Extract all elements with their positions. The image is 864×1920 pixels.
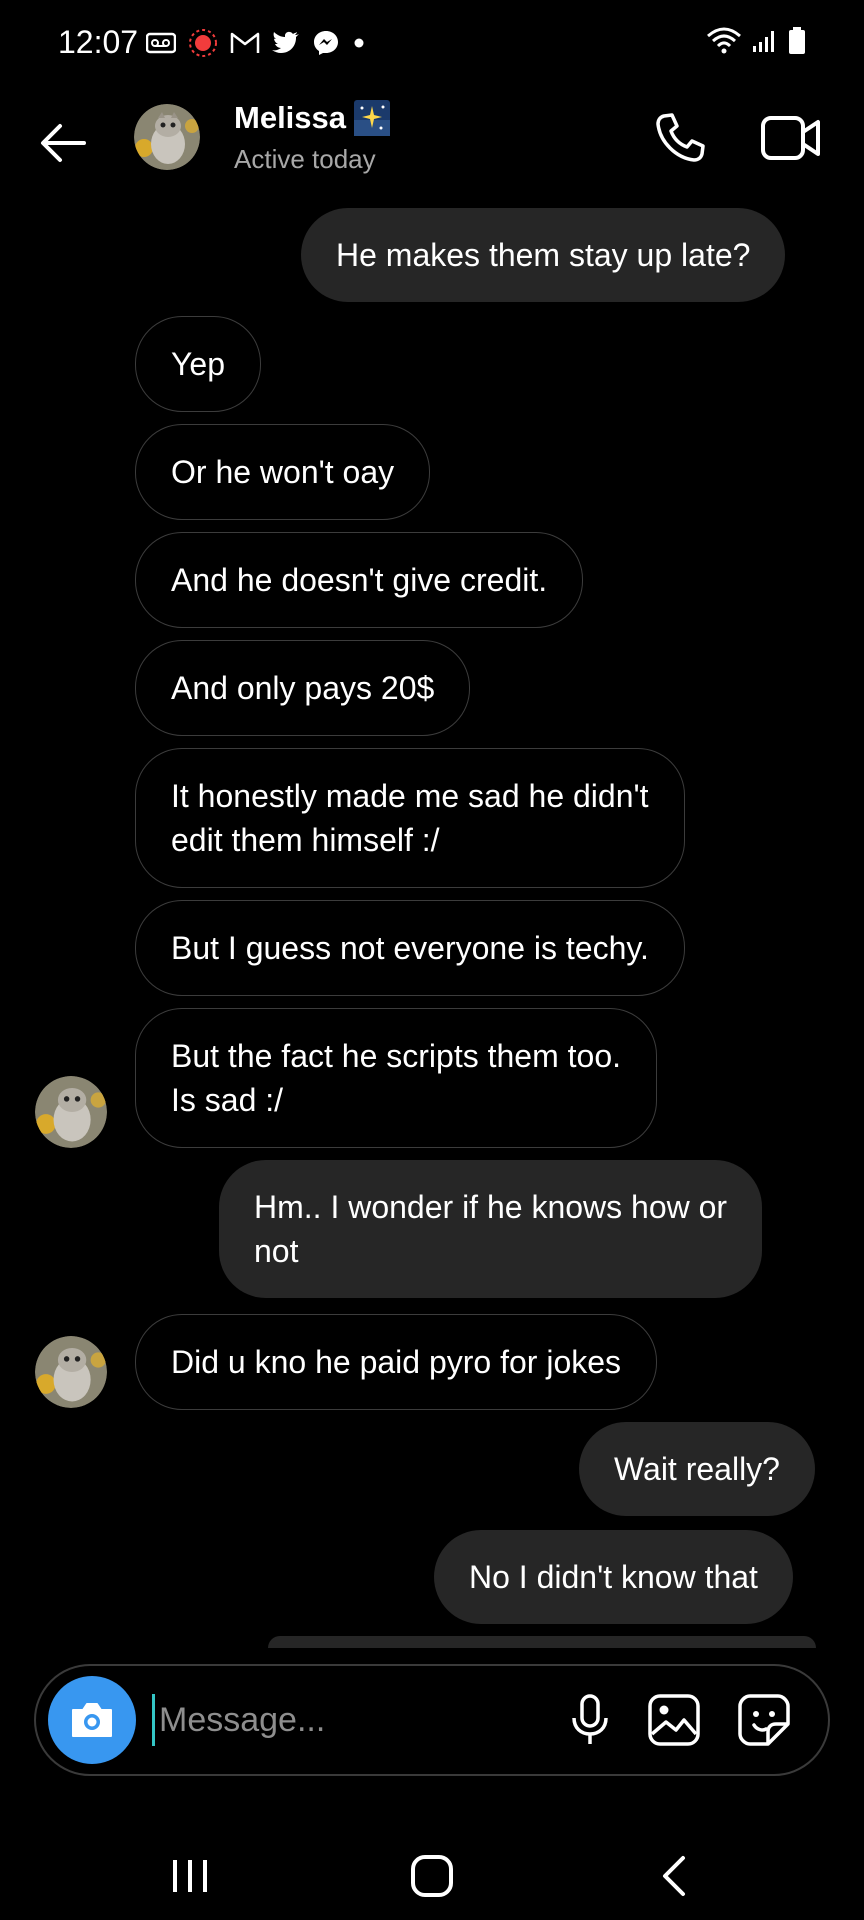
sender-avatar[interactable] — [35, 1336, 107, 1408]
sender-avatar[interactable] — [35, 1076, 107, 1148]
twitter-icon — [272, 31, 299, 53]
conversation-header: Melissa Active today — [0, 90, 864, 210]
message-bubble[interactable]: He makes them stay up late? — [301, 208, 786, 302]
battery-icon — [789, 27, 805, 54]
message-bubble[interactable]: Hm.. I wonder if he knows how or not — [219, 1160, 763, 1298]
message-text: And he doesn't give credit. — [171, 562, 548, 598]
message-bubble[interactable]: No I didn't know that — [434, 1530, 793, 1624]
contact-status: Active today — [234, 144, 376, 174]
sparkle-emoji-icon — [354, 100, 391, 136]
contact-avatar[interactable] — [134, 104, 200, 170]
home-icon[interactable] — [402, 1846, 462, 1906]
phone-icon[interactable] — [652, 110, 708, 166]
message-bubble[interactable]: Wait really? — [579, 1422, 815, 1516]
recent-apps-icon[interactable] — [160, 1846, 220, 1906]
message-bubble[interactable]: But the fact he scripts them too. Is sad… — [135, 1008, 657, 1148]
signal-icon — [753, 31, 774, 52]
message-text-line: It honestly made me sad he didn't — [171, 778, 649, 814]
message-bubble[interactable]: Or he won't oay — [135, 424, 431, 520]
message-text: And only pays 20$ — [171, 670, 435, 706]
message-text-line: But the fact he scripts them too. — [171, 1038, 621, 1074]
gallery-icon[interactable] — [646, 1692, 702, 1748]
notification-icons — [146, 28, 366, 58]
message-text: No I didn't know that — [469, 1559, 758, 1595]
back-arrow-icon[interactable] — [36, 116, 90, 170]
message-text: But I guess not everyone is techy. — [171, 930, 649, 966]
message-bubble[interactable]: It honestly made me sad he didn't edit t… — [135, 748, 685, 888]
voicemail-icon — [146, 32, 176, 54]
camera-icon — [72, 1703, 112, 1737]
dot-icon — [354, 38, 364, 48]
message-text-line: not — [254, 1233, 299, 1269]
status-time: 12:07 — [58, 24, 139, 60]
gmail-icon — [230, 32, 260, 53]
partial-message-bubble — [268, 1636, 816, 1648]
message-text-line: Is sad :/ — [171, 1082, 284, 1118]
contact-name[interactable]: Melissa — [234, 100, 346, 136]
message-composer — [34, 1664, 830, 1776]
microphone-icon[interactable] — [562, 1692, 618, 1748]
message-bubble[interactable]: Did u kno he paid pyro for jokes — [135, 1314, 658, 1410]
message-bubble[interactable]: But I guess not everyone is techy. — [135, 900, 685, 996]
message-text: Or he won't oay — [171, 454, 395, 490]
message-bubble[interactable]: And only pays 20$ — [135, 640, 471, 736]
message-bubble[interactable]: And he doesn't give credit. — [135, 532, 584, 628]
sticker-icon[interactable] — [736, 1692, 792, 1748]
message-text-line: Hm.. I wonder if he knows how or — [254, 1189, 728, 1225]
camera-button[interactable] — [48, 1676, 136, 1764]
contact-name-row[interactable]: Melissa — [234, 100, 391, 136]
message-text-line: edit them himself :/ — [171, 822, 440, 858]
back-nav-icon[interactable] — [645, 1846, 705, 1906]
system-navigation-bar — [0, 1830, 864, 1920]
message-text: Wait really? — [614, 1451, 780, 1487]
message-text: Yep — [171, 346, 225, 382]
wifi-icon — [707, 27, 741, 54]
message-bubble[interactable]: Yep — [135, 316, 261, 412]
message-input[interactable] — [152, 1694, 552, 1746]
messenger-icon — [314, 31, 338, 55]
record-icon — [189, 29, 217, 57]
system-icons — [706, 26, 806, 56]
video-camera-icon[interactable] — [760, 112, 822, 164]
status-bar: 12:07 — [0, 0, 864, 90]
message-text: Did u kno he paid pyro for jokes — [171, 1344, 622, 1380]
message-text: He makes them stay up late? — [336, 237, 751, 273]
